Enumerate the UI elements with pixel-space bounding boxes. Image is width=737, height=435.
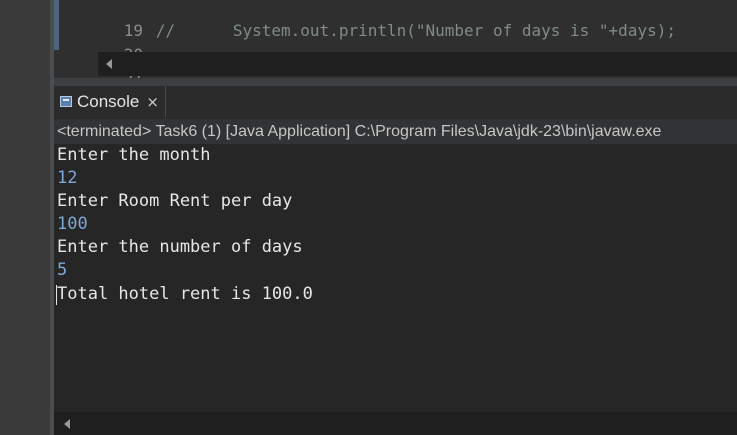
chevron-left-icon[interactable] [64,419,70,429]
console-input-line: 12 [57,168,78,188]
console-output-line: Enter Room Rent per day [57,191,293,211]
code-line[interactable]: 19// System.out.println("Number of days … [54,0,676,40]
tab-console[interactable]: Console × [54,86,166,117]
view-border [54,78,737,86]
left-panel-gutter [0,0,50,435]
code-text[interactable]: // System.out.println("Number of days is… [156,21,676,40]
console-output-line: Total hotel rent is 100.0 [57,284,313,304]
code-line[interactable]: 20 [54,22,156,64]
console-tab-bar: Console × [54,86,737,117]
console-horizontal-scrollbar[interactable] [54,412,737,435]
code-editor[interactable]: 19// System.out.println("Number of days … [54,0,737,78]
ide-window: 19// System.out.println("Number of days … [0,0,737,435]
text-caret [56,285,57,305]
tab-console-label: Console [77,91,140,111]
console-status-line: <terminated> Task6 (1) [Java Application… [54,119,737,144]
console-output-line: Enter the month [57,145,211,165]
console-output-line: Enter the number of days [57,237,303,257]
console-input-line: 100 [57,214,88,234]
console-icon [60,96,72,107]
chevron-left-icon[interactable] [106,59,112,69]
close-icon[interactable]: × [146,93,159,111]
editor-horizontal-scrollbar[interactable] [98,52,737,76]
console-input-line: 5 [57,260,68,280]
console-output[interactable]: Enter the month 12 Enter Room Rent per d… [54,144,737,412]
